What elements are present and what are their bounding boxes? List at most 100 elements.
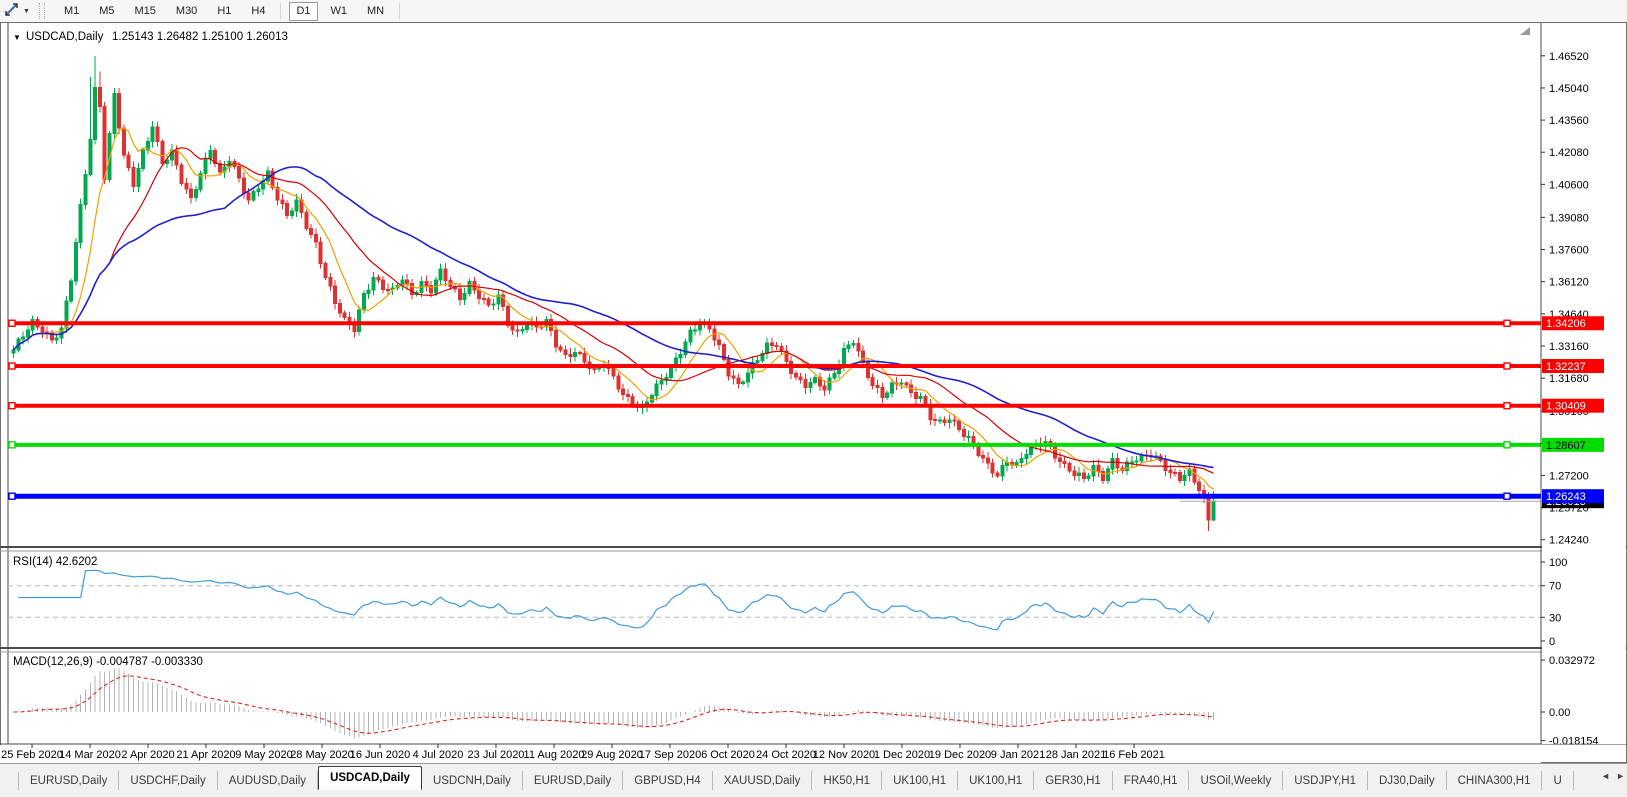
price-tick-label: 1.37600 <box>1549 245 1589 257</box>
rsi-tick-label: 100 <box>1549 557 1567 569</box>
crosshair-tool-icon <box>4 1 20 22</box>
level-handle[interactable] <box>1504 493 1510 499</box>
price-tick-label: 1.31680 <box>1549 373 1589 385</box>
rsi-pane <box>8 570 1541 629</box>
date-tick-label: 17 Sep 2020 <box>639 749 701 761</box>
toolbar-separator <box>399 3 400 19</box>
level-price-label: 1.34206 <box>1546 318 1586 330</box>
price-tick-label: 1.39080 <box>1549 212 1589 224</box>
level-handle[interactable] <box>1504 320 1510 326</box>
level-handle[interactable] <box>1504 363 1510 369</box>
level-price-label: 1.30409 <box>1546 401 1586 413</box>
timeframe-button-h1[interactable]: H1 <box>210 2 238 21</box>
rsi-indicator-label: RSI(14) 42.6202 <box>13 556 97 568</box>
date-tick-label: 25 Feb 2020 <box>1 749 63 761</box>
timeframe-button-group: M1 M5 M15 M30 H1 H4 D1 W1 MN <box>53 2 405 21</box>
price-tick-label: 1.45040 <box>1549 83 1589 95</box>
date-tick-label: 16 Jun 2020 <box>350 749 411 761</box>
timeframe-button-mn[interactable]: MN <box>360 2 391 21</box>
timeframe-button-m30[interactable]: M30 <box>169 2 204 21</box>
timeframe-button-m5[interactable]: M5 <box>92 2 121 21</box>
level-price-label: 1.26243 <box>1546 491 1586 503</box>
tab-gbpusd-h4[interactable]: GBPUSD,H4 <box>623 771 712 790</box>
level-handle[interactable] <box>9 403 15 409</box>
date-tick-label: 28 Jan 2021 <box>1046 749 1107 761</box>
tab-china300-h1[interactable]: CHINA300,H1 <box>1447 771 1543 790</box>
level-handle[interactable] <box>9 363 15 369</box>
tab-ger30-h1[interactable]: GER30,H1 <box>1034 771 1113 790</box>
tab-fra40-h1[interactable]: FRA40,H1 <box>1113 771 1190 790</box>
candlestick-series <box>12 56 1215 531</box>
timeframe-button-m1[interactable]: M1 <box>57 2 86 21</box>
ma-mid-line <box>14 148 1214 473</box>
tab-scroll-left-icon[interactable]: ◄ <box>1601 770 1610 782</box>
tab-usdchf-daily[interactable]: USDCHF,Daily <box>119 771 217 790</box>
macd-tick-label: 0.032972 <box>1549 655 1595 667</box>
price-tick-label: 1.36120 <box>1549 277 1589 289</box>
tab-dj30-daily[interactable]: DJ30,Daily <box>1368 771 1447 790</box>
tab-audusd-daily[interactable]: AUDUSD,Daily <box>218 771 318 790</box>
level-handle[interactable] <box>1504 403 1510 409</box>
level-handle[interactable] <box>1504 442 1510 448</box>
date-tick-label: 29 Aug 2020 <box>581 749 643 761</box>
tab-usdcnh-daily[interactable]: USDCNH,Daily <box>422 771 523 790</box>
price-tick-label: 1.24240 <box>1549 535 1589 547</box>
date-tick-label: 12 Nov 2020 <box>813 749 875 761</box>
chevron-down-icon[interactable]: ▼ <box>23 8 30 15</box>
tab-usdcad-daily[interactable]: USDCAD,Daily <box>318 766 422 790</box>
price-tick-label: 1.42080 <box>1549 147 1589 159</box>
date-tick-label: 23 Jul 2020 <box>468 749 525 761</box>
toolbar-separator <box>280 3 281 19</box>
chart-title: USDCAD,Daily <box>26 31 104 43</box>
macd-tick-label: -0.018154 <box>1549 736 1599 748</box>
scroll-to-end-icon[interactable] <box>1520 27 1530 35</box>
usdcad-daily-chart[interactable]: 1.465201.450401.435601.420801.406001.390… <box>0 22 1627 763</box>
rsi-tick-label: 30 <box>1549 612 1561 624</box>
chart-tab-bar: EURUSD,DailyUSDCHF,DailyAUDUSD,DailyUSDC… <box>0 763 1627 797</box>
level-price-label: 1.28607 <box>1546 440 1586 452</box>
tab-hk50-h1[interactable]: HK50,H1 <box>812 771 882 790</box>
level-price-label: 1.32237 <box>1546 361 1586 373</box>
date-tick-label: 14 Mar 2020 <box>59 749 121 761</box>
cursor-tool-button[interactable]: ▼ <box>1 1 33 21</box>
tab-uk100-h1[interactable]: UK100,H1 <box>958 771 1034 790</box>
rsi-line <box>18 570 1213 629</box>
timeframe-button-h4[interactable]: H4 <box>244 2 272 21</box>
price-tick-label: 1.40600 <box>1549 179 1589 191</box>
chart-labels: ▼USDCAD,Daily1.25143 1.26482 1.25100 1.2… <box>13 31 288 668</box>
tab-uk100-h1[interactable]: UK100,H1 <box>882 771 958 790</box>
date-tick-label: 19 Dec 2020 <box>929 749 991 761</box>
macd-signal-line <box>14 676 1214 734</box>
toolbar-grip[interactable] <box>39 3 45 19</box>
chart-title-arrow-icon[interactable]: ▼ <box>13 33 21 42</box>
tab-usdjpy-h1[interactable]: USDJPY,H1 <box>1283 771 1368 790</box>
price-tick-label: 1.43560 <box>1549 115 1589 127</box>
macd-pane <box>14 668 1214 738</box>
macd-histogram <box>14 668 1214 738</box>
date-tick-label: 24 Oct 2020 <box>756 749 816 761</box>
tab-xauusd-daily[interactable]: XAUUSD,Daily <box>713 771 813 790</box>
timeframe-button-w1[interactable]: W1 <box>324 2 355 21</box>
date-tick-label: 4 Jul 2020 <box>413 749 464 761</box>
level-handle[interactable] <box>9 442 15 448</box>
chart-window: 1.465201.450401.435601.420801.406001.390… <box>0 22 1627 763</box>
date-tick-label: 2 Apr 2020 <box>121 749 174 761</box>
tab-eurusd-daily[interactable]: EURUSD,Daily <box>523 771 623 790</box>
price-tick-label: 1.27200 <box>1549 470 1589 482</box>
ma-slow-line <box>14 167 1214 468</box>
tab-eurusd-daily[interactable]: EURUSD,Daily <box>19 771 119 790</box>
tab-scroll-right-icon[interactable]: ► <box>1616 770 1625 782</box>
timeframe-button-m15[interactable]: M15 <box>128 2 163 21</box>
tab-u[interactable]: U <box>1542 771 1573 790</box>
timeframe-button-d1[interactable]: D1 <box>289 2 317 21</box>
tab-strip-stub <box>2 772 19 790</box>
level-handle[interactable] <box>9 320 15 326</box>
date-tick-label: 28 May 2020 <box>290 749 354 761</box>
pane-borders <box>0 23 1627 744</box>
rsi-tick-label: 0 <box>1549 636 1555 648</box>
date-tick-label: 21 Apr 2020 <box>176 749 235 761</box>
tab-usoil-weekly[interactable]: USOil,Weekly <box>1189 771 1283 790</box>
date-tick-label: 16 Feb 2021 <box>1103 749 1165 761</box>
date-tick-label: 1 Dec 2020 <box>874 749 930 761</box>
level-handle[interactable] <box>9 493 15 499</box>
